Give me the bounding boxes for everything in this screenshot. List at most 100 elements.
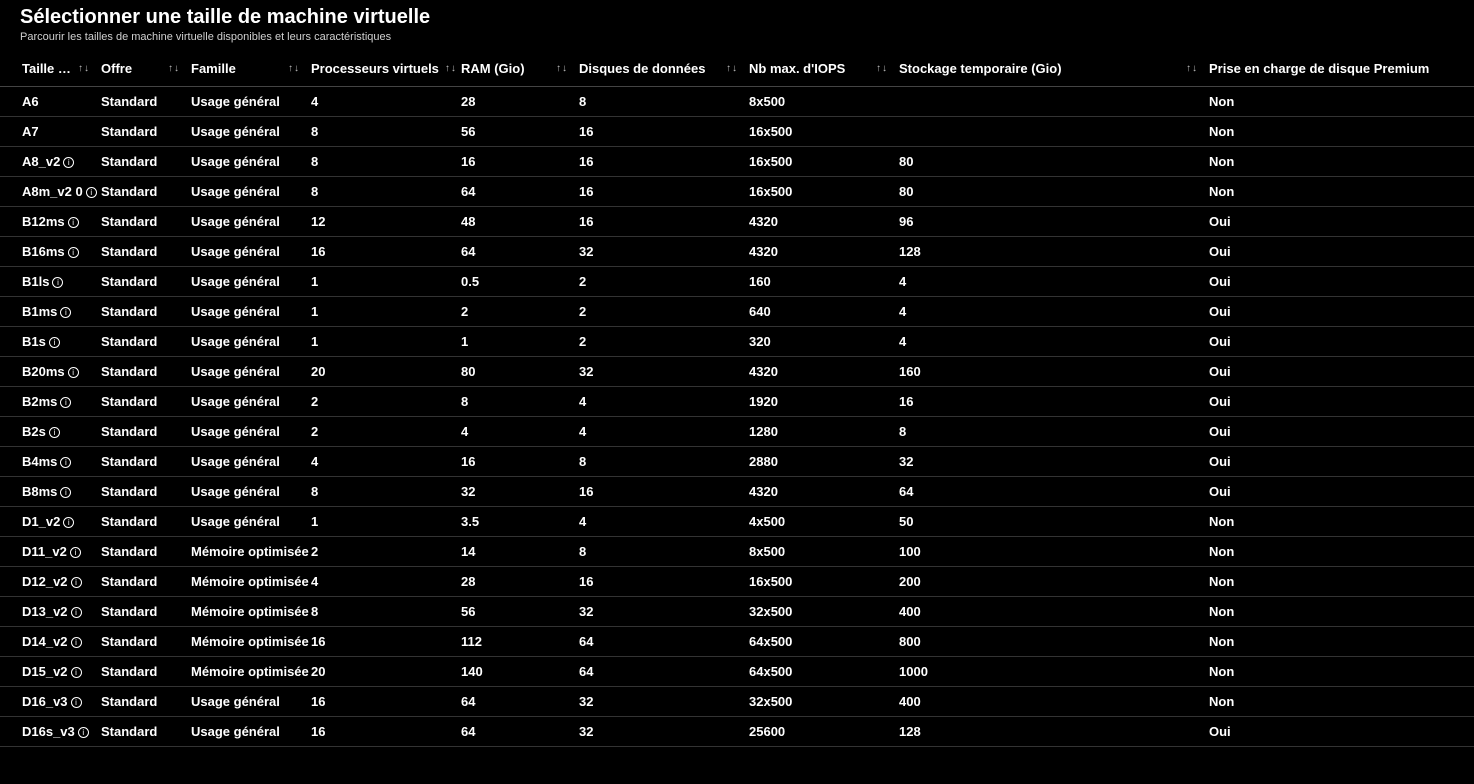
- table-row[interactable]: D16_v3iStandardUsage général16643232x500…: [0, 687, 1474, 717]
- table-row[interactable]: B12msiStandardUsage général124816432096O…: [0, 207, 1474, 237]
- info-icon[interactable]: i: [60, 487, 71, 498]
- sort-arrows-icon[interactable]: ↑↓: [288, 64, 299, 74]
- cell-disks: 32: [573, 237, 743, 267]
- cell-temp: 400: [893, 597, 1203, 627]
- info-icon[interactable]: i: [70, 547, 81, 558]
- table-row[interactable]: A7StandardUsage général8561616x500Non: [0, 117, 1474, 147]
- column-header-0[interactable]: Taille …↑↓: [0, 53, 95, 87]
- table-row[interactable]: B1lsiStandardUsage général10.521604Oui: [0, 267, 1474, 297]
- info-icon[interactable]: i: [71, 697, 82, 708]
- cell-temp: 100: [893, 537, 1203, 567]
- cell-iops: 16x500: [743, 177, 893, 207]
- column-header-5[interactable]: Disques de données↑↓: [573, 53, 743, 87]
- column-header-8[interactable]: Prise en charge de disque Premium: [1203, 53, 1474, 87]
- table-row[interactable]: B8msiStandardUsage général83216432064Oui: [0, 477, 1474, 507]
- sort-arrows-icon[interactable]: ↑↓: [556, 64, 567, 74]
- table-row[interactable]: D16s_v3iStandardUsage général16643225600…: [0, 717, 1474, 747]
- sort-arrows-icon[interactable]: ↑↓: [445, 64, 455, 74]
- info-icon[interactable]: i: [49, 427, 60, 438]
- info-icon[interactable]: i: [63, 157, 74, 168]
- column-header-1[interactable]: Offre↑↓: [95, 53, 185, 87]
- page-title: Sélectionner une taille de machine virtu…: [20, 6, 1454, 29]
- sort-arrows-icon[interactable]: ↑↓: [1186, 64, 1197, 74]
- sort-arrows-icon[interactable]: ↑↓: [726, 64, 737, 74]
- column-header-6[interactable]: Nb max. d'IOPS↑↓: [743, 53, 893, 87]
- info-icon[interactable]: i: [71, 607, 82, 618]
- sort-arrows-icon[interactable]: ↑↓: [168, 64, 179, 74]
- column-label: Stockage temporaire (Gio): [899, 61, 1062, 76]
- table-row[interactable]: B4msiStandardUsage général4168288032Oui: [0, 447, 1474, 477]
- table-row[interactable]: B2siStandardUsage général24412808Oui: [0, 417, 1474, 447]
- cell-family: Mémoire optimisée: [185, 537, 305, 567]
- cell-premium: Non: [1203, 597, 1474, 627]
- cell-offer: Standard: [95, 627, 185, 657]
- info-icon[interactable]: i: [71, 637, 82, 648]
- cell-size: B1msi: [0, 297, 95, 327]
- cell-offer: Standard: [95, 297, 185, 327]
- vm-size-table: Taille …↑↓Offre↑↓Famille↑↓Processeurs vi…: [0, 53, 1474, 747]
- cell-disks: 64: [573, 627, 743, 657]
- table-row[interactable]: D14_v2iStandardMémoire optimisée16112646…: [0, 627, 1474, 657]
- cell-offer: Standard: [95, 117, 185, 147]
- cell-iops: 64x500: [743, 627, 893, 657]
- cell-family: Usage général: [185, 387, 305, 417]
- cell-vcpu: 1: [305, 507, 455, 537]
- cell-temp: 200: [893, 567, 1203, 597]
- info-icon[interactable]: i: [78, 727, 89, 738]
- cell-ram: 14: [455, 537, 573, 567]
- cell-size: D1_v2i: [0, 507, 95, 537]
- cell-offer: Standard: [95, 417, 185, 447]
- info-icon[interactable]: i: [68, 247, 79, 258]
- info-icon[interactable]: i: [68, 217, 79, 228]
- cell-premium: Non: [1203, 507, 1474, 537]
- table-row[interactable]: A6StandardUsage général42888x500Non: [0, 87, 1474, 117]
- info-icon[interactable]: i: [71, 577, 82, 588]
- cell-disks: 8: [573, 537, 743, 567]
- table-row[interactable]: B16msiStandardUsage général1664324320128…: [0, 237, 1474, 267]
- cell-iops: 4320: [743, 207, 893, 237]
- table-row[interactable]: D1_v2iStandardUsage général13.544x50050N…: [0, 507, 1474, 537]
- cell-family: Usage général: [185, 207, 305, 237]
- sort-arrows-icon[interactable]: ↑↓: [78, 64, 89, 74]
- table-row[interactable]: D13_v2iStandardMémoire optimisée8563232x…: [0, 597, 1474, 627]
- cell-iops: 32x500: [743, 597, 893, 627]
- table-row[interactable]: B1siStandardUsage général1123204Oui: [0, 327, 1474, 357]
- column-header-7[interactable]: Stockage temporaire (Gio) ↑↓: [893, 53, 1203, 87]
- size-note: 0: [76, 184, 83, 199]
- table-row[interactable]: A8_v2iStandardUsage général8161616x50080…: [0, 147, 1474, 177]
- cell-family: Usage général: [185, 687, 305, 717]
- cell-temp: 128: [893, 237, 1203, 267]
- column-header-4[interactable]: RAM (Gio)↑↓: [455, 53, 573, 87]
- info-icon[interactable]: i: [60, 457, 71, 468]
- info-icon[interactable]: i: [86, 187, 97, 198]
- cell-iops: 4320: [743, 477, 893, 507]
- column-header-2[interactable]: Famille↑↓: [185, 53, 305, 87]
- cell-ram: 64: [455, 237, 573, 267]
- sort-arrows-icon[interactable]: ↑↓: [876, 64, 887, 74]
- info-icon[interactable]: i: [71, 667, 82, 678]
- table-row[interactable]: D12_v2iStandardMémoire optimisée4281616x…: [0, 567, 1474, 597]
- info-icon[interactable]: i: [68, 367, 79, 378]
- table-header-row: Taille …↑↓Offre↑↓Famille↑↓Processeurs vi…: [0, 53, 1474, 87]
- column-header-3[interactable]: Processeurs virtuels↑↓: [305, 53, 455, 87]
- cell-disks: 16: [573, 207, 743, 237]
- table-row[interactable]: A8m_v2 0iStandardUsage général8641616x50…: [0, 177, 1474, 207]
- cell-temp: 50: [893, 507, 1203, 537]
- size-label: D1_v2: [22, 514, 60, 529]
- info-icon[interactable]: i: [63, 517, 74, 528]
- table-row[interactable]: B1msiStandardUsage général1226404Oui: [0, 297, 1474, 327]
- cell-temp: 1000: [893, 657, 1203, 687]
- table-row[interactable]: B2msiStandardUsage général284192016Oui: [0, 387, 1474, 417]
- info-icon[interactable]: i: [60, 397, 71, 408]
- cell-offer: Standard: [95, 657, 185, 687]
- cell-size: B1lsi: [0, 267, 95, 297]
- info-icon[interactable]: i: [52, 277, 63, 288]
- table-row[interactable]: B20msiStandardUsage général2080324320160…: [0, 357, 1474, 387]
- table-row[interactable]: D15_v2iStandardMémoire optimisée20140646…: [0, 657, 1474, 687]
- cell-disks: 2: [573, 267, 743, 297]
- info-icon[interactable]: i: [60, 307, 71, 318]
- cell-size: B2msi: [0, 387, 95, 417]
- info-icon[interactable]: i: [49, 337, 60, 348]
- table-row[interactable]: D11_v2iStandardMémoire optimisée21488x50…: [0, 537, 1474, 567]
- cell-size: A8m_v2 0i: [0, 177, 95, 207]
